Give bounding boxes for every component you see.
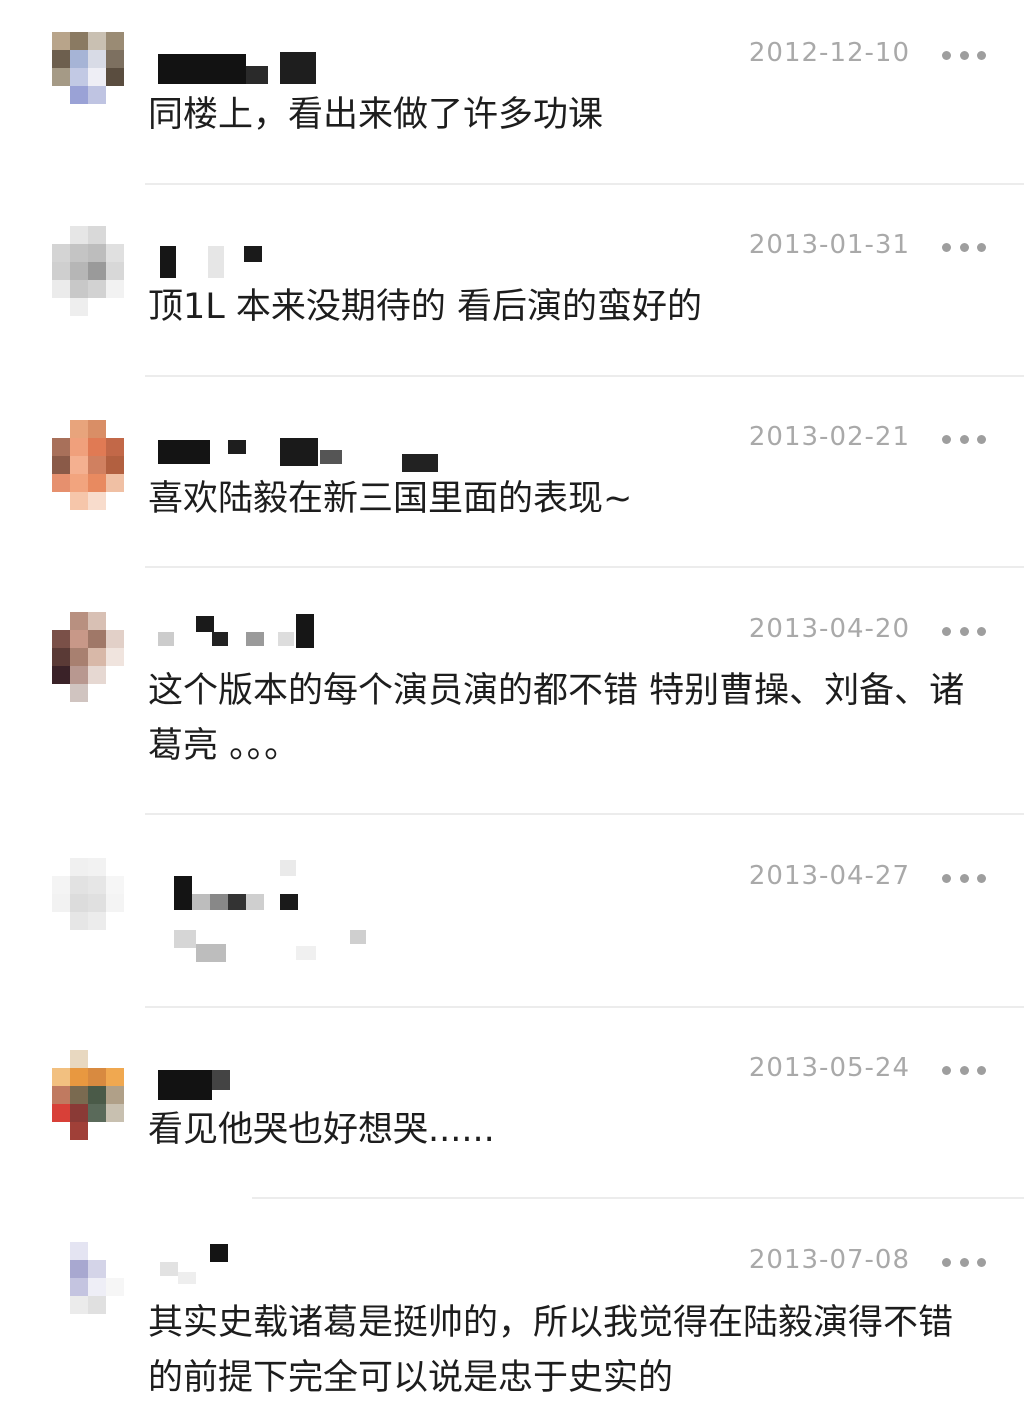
username-redacted[interactable] xyxy=(156,858,476,910)
avatar[interactable] xyxy=(52,858,124,948)
comment-text: 其实史载诸葛是挺帅的，所以我觉得在陆毅演得不错的前提下完全可以说是忠于史实的 xyxy=(148,1303,954,1398)
comment-text: 喜欢陆毅在新三国里面的表现~ xyxy=(148,479,633,519)
avatar[interactable] xyxy=(52,32,124,122)
comment-date: 2013-02-21 xyxy=(748,422,910,452)
more-dots-icon[interactable] xyxy=(942,240,986,254)
avatar[interactable] xyxy=(52,1050,124,1140)
username-redacted[interactable] xyxy=(156,430,476,478)
avatar[interactable] xyxy=(52,612,124,702)
username-redacted[interactable] xyxy=(156,1238,476,1286)
more-dots-icon[interactable] xyxy=(942,624,986,638)
username-redacted-line2 xyxy=(156,926,476,974)
comment-date: 2013-07-08 xyxy=(748,1245,910,1275)
divider xyxy=(145,375,1024,377)
comment-text: 顶1L 本来没期待的 看后演的蛮好的 xyxy=(148,287,703,327)
more-dots-icon[interactable] xyxy=(942,1255,986,1269)
avatar[interactable] xyxy=(52,420,124,510)
comment-text: 这个版本的每个演员演的都不错 特别曹操、刘备、诸葛亮 。。。 xyxy=(148,671,965,766)
divider xyxy=(145,813,1024,815)
comment-date: 2013-05-24 xyxy=(748,1053,910,1083)
more-dots-icon[interactable] xyxy=(942,871,986,885)
comment-text: 看见他哭也好想哭...... xyxy=(148,1110,495,1150)
more-dots-icon[interactable] xyxy=(942,432,986,446)
divider xyxy=(145,183,1024,185)
divider xyxy=(145,566,1024,568)
avatar[interactable] xyxy=(52,1242,124,1332)
comment-list: 2012-12-10 同楼上，看出来做了许多功课 2013-01-31 顶1L … xyxy=(0,0,1024,1425)
username-redacted[interactable] xyxy=(156,612,476,660)
divider xyxy=(145,1006,1024,1008)
comment-date: 2013-01-31 xyxy=(748,230,910,260)
more-dots-icon[interactable] xyxy=(942,1063,986,1077)
comment-date: 2013-04-27 xyxy=(748,861,910,891)
comment-date: 2013-04-20 xyxy=(748,614,910,644)
comment-date: 2012-12-10 xyxy=(748,38,910,68)
comment-text: 同楼上，看出来做了许多功课 xyxy=(148,95,604,135)
divider xyxy=(252,1197,1024,1199)
avatar[interactable] xyxy=(52,226,124,316)
more-dots-icon[interactable] xyxy=(942,48,986,62)
